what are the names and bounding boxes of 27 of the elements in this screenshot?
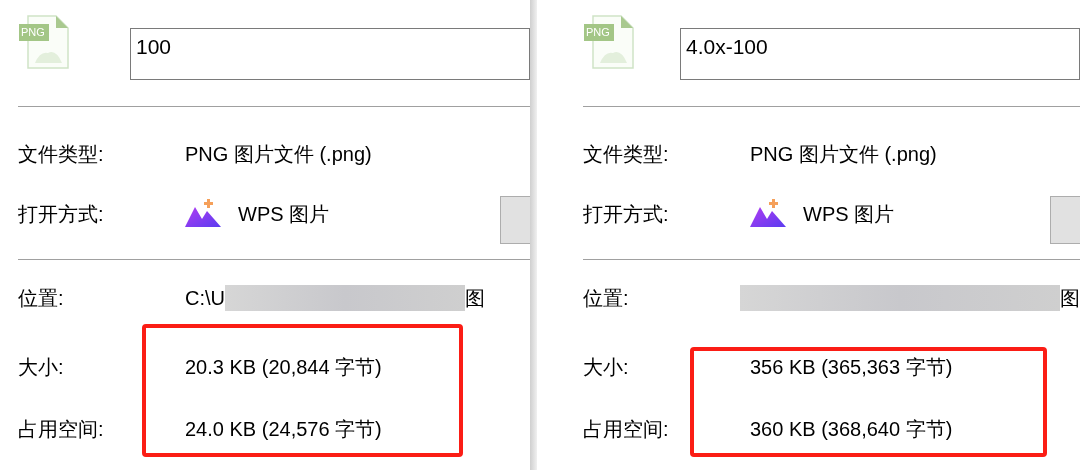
property-label: 占用空间: [583,417,670,442]
property-value: WPS 图片 [238,202,330,227]
path-text: C:\U [185,286,225,311]
property-label: 文件类型: [18,142,105,167]
property-value: 20.3 KB (20,844 字节) [185,355,382,380]
property-value: PNG 图片文件 (.png) [185,142,372,167]
property-label: 打开方式: [18,202,105,227]
property-value: 356 KB (365,363 字节) [750,355,953,380]
app-logo-icon [750,199,786,229]
file-name-field[interactable]: 100 [130,28,530,80]
property-value: WPS 图片 [803,202,895,227]
file-name-field[interactable]: 4.0x-100 [680,28,1080,80]
property-label: 占用空间: [18,417,105,442]
change-button[interactable] [500,196,530,244]
property-label: 文件类型: [583,142,670,167]
change-button[interactable] [1050,196,1080,244]
app-logo-icon [185,199,221,229]
property-label: 位置: [583,286,630,311]
path-text: 图 [1060,286,1080,311]
path-text: 图 [465,286,485,311]
property-label: 大小: [18,355,65,380]
property-value: PNG 图片文件 (.png) [750,142,937,167]
property-value: 24.0 KB (24,576 字节) [185,417,382,442]
property-value: 360 KB (368,640 字节) [750,417,953,442]
property-label: 位置: [18,286,65,311]
property-label: 大小: [583,355,630,380]
property-label: 打开方式: [583,202,670,227]
